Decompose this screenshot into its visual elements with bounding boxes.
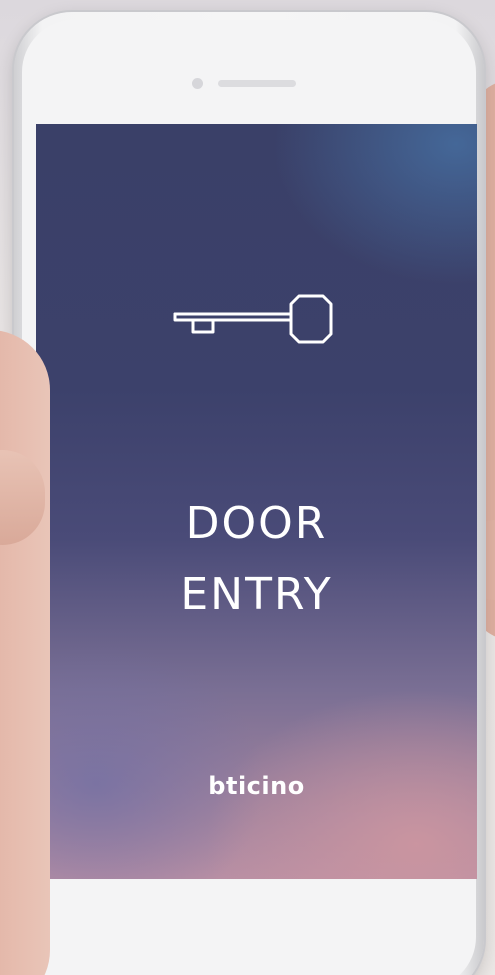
title-line-2: ENTRY [180, 569, 333, 620]
key-icon [173, 294, 333, 344]
photo-scene: DOOR ENTRY bticino [0, 0, 495, 975]
app-splash-screen: DOOR ENTRY bticino [36, 124, 477, 879]
title-line-1: DOOR [185, 498, 328, 549]
brand-logo: bticino [208, 772, 305, 800]
front-camera [192, 78, 203, 89]
left-hand [0, 330, 50, 975]
phone-device: DOOR ENTRY bticino [14, 12, 484, 975]
earpiece [218, 80, 296, 87]
